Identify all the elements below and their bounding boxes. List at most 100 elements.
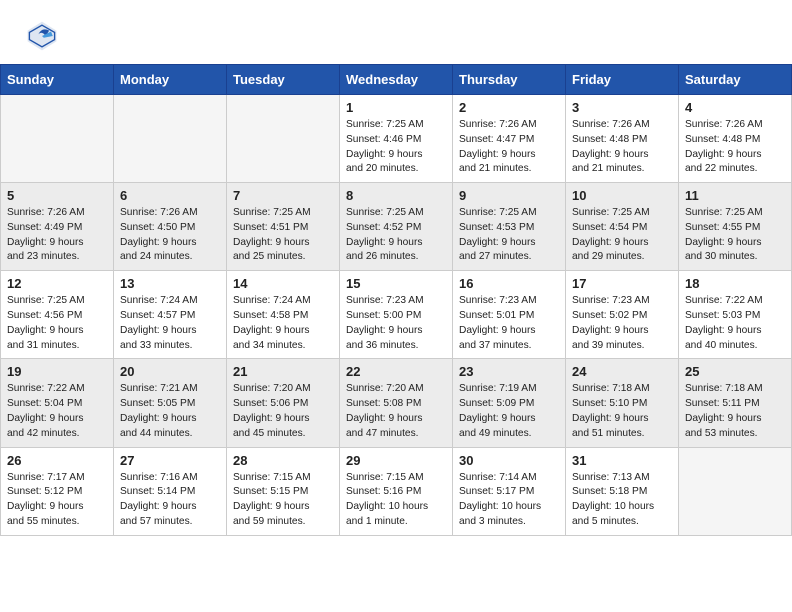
day-info: Sunrise: 7:25 AM Sunset: 4:56 PM Dayligh… [7,294,107,353]
day-info: Sunrise: 7:22 AM Sunset: 5:04 PM Dayligh… [7,382,107,441]
day-number: 31 [572,453,672,468]
table-row: 26 Sunrise: 7:17 AM Sunset: 5:12 PM Dayli… [1,447,114,535]
day-info: Sunrise: 7:25 AM Sunset: 4:53 PM Dayligh… [459,206,559,265]
table-row: 25 Sunrise: 7:18 AM Sunset: 5:11 PM Dayli… [679,359,792,447]
day-number: 14 [233,276,333,291]
day-number: 18 [685,276,785,291]
table-row: 16 Sunrise: 7:23 AM Sunset: 5:01 PM Dayli… [453,271,566,359]
day-number: 15 [346,276,446,291]
col-sunday: Sunday [1,65,114,95]
day-number: 8 [346,188,446,203]
day-number: 7 [233,188,333,203]
table-row: 8Sunrise: 7:25 AM Sunset: 4:52 PM Daylig… [340,183,453,271]
table-row: 12 Sunrise: 7:25 AM Sunset: 4:56 PM Dayli… [1,271,114,359]
day-info: Sunrise: 7:18 AM Sunset: 5:11 PM Dayligh… [685,382,785,441]
day-number: 3 [572,100,672,115]
table-row: 23 Sunrise: 7:19 AM Sunset: 5:09 PM Dayli… [453,359,566,447]
col-friday: Friday [566,65,679,95]
day-number: 20 [120,364,220,379]
day-number: 19 [7,364,107,379]
day-number: 26 [7,453,107,468]
day-info: Sunrise: 7:25 AM Sunset: 4:46 PM Dayligh… [346,118,446,177]
day-info: Sunrise: 7:23 AM Sunset: 5:01 PM Dayligh… [459,294,559,353]
calendar-week-row: 1 Sunrise: 7:25 AM Sunset: 4:46 PM Daylig… [1,95,792,183]
col-wednesday: Wednesday [340,65,453,95]
col-saturday: Saturday [679,65,792,95]
col-tuesday: Tuesday [227,65,340,95]
day-number: 28 [233,453,333,468]
day-info: Sunrise: 7:23 AM Sunset: 5:02 PM Dayligh… [572,294,672,353]
table-row: 21Sunrise: 7:20 AM Sunset: 5:06 PM Dayli… [227,359,340,447]
day-number: 30 [459,453,559,468]
day-info: Sunrise: 7:22 AM Sunset: 5:03 PM Dayligh… [685,294,785,353]
day-number: 24 [572,364,672,379]
table-row: 10Sunrise: 7:25 AM Sunset: 4:54 PM Dayli… [566,183,679,271]
day-number: 11 [685,188,785,203]
day-info: Sunrise: 7:26 AM Sunset: 4:49 PM Dayligh… [7,206,107,265]
day-number: 4 [685,100,785,115]
table-row: 30 Sunrise: 7:14 AM Sunset: 5:17 PM Dayli… [453,447,566,535]
day-number: 16 [459,276,559,291]
day-number: 6 [120,188,220,203]
logo [24,18,66,54]
table-row: 13Sunrise: 7:24 AM Sunset: 4:57 PM Dayli… [114,271,227,359]
day-number: 13 [120,276,220,291]
header [0,0,792,64]
table-row: 9Sunrise: 7:25 AM Sunset: 4:53 PM Daylig… [453,183,566,271]
calendar-week-row: 12 Sunrise: 7:25 AM Sunset: 4:56 PM Dayli… [1,271,792,359]
calendar-table: Sunday Monday Tuesday Wednesday Thursday… [0,64,792,536]
table-row: 3 Sunrise: 7:26 AM Sunset: 4:48 PM Daylig… [566,95,679,183]
day-number: 29 [346,453,446,468]
calendar-week-row: 26 Sunrise: 7:17 AM Sunset: 5:12 PM Dayli… [1,447,792,535]
day-number: 10 [572,188,672,203]
day-info: Sunrise: 7:17 AM Sunset: 5:12 PM Dayligh… [7,471,107,530]
day-number: 23 [459,364,559,379]
table-row: 27Sunrise: 7:16 AM Sunset: 5:14 PM Dayli… [114,447,227,535]
table-row: 24Sunrise: 7:18 AM Sunset: 5:10 PM Dayli… [566,359,679,447]
table-row: 6 Sunrise: 7:26 AM Sunset: 4:50 PM Daylig… [114,183,227,271]
table-row [1,95,114,183]
day-number: 27 [120,453,220,468]
day-info: Sunrise: 7:20 AM Sunset: 5:08 PM Dayligh… [346,382,446,441]
table-row [679,447,792,535]
day-number: 21 [233,364,333,379]
table-row [227,95,340,183]
table-row: 29 Sunrise: 7:15 AM Sunset: 5:16 PM Dayli… [340,447,453,535]
table-row: 19 Sunrise: 7:22 AM Sunset: 5:04 PM Dayli… [1,359,114,447]
page: Sunday Monday Tuesday Wednesday Thursday… [0,0,792,536]
day-number: 1 [346,100,446,115]
day-info: Sunrise: 7:15 AM Sunset: 5:15 PM Dayligh… [233,471,333,530]
day-info: Sunrise: 7:24 AM Sunset: 4:58 PM Dayligh… [233,294,333,353]
day-number: 5 [7,188,107,203]
table-row: 15Sunrise: 7:23 AM Sunset: 5:00 PM Dayli… [340,271,453,359]
calendar-week-row: 5 Sunrise: 7:26 AM Sunset: 4:49 PM Daylig… [1,183,792,271]
table-row: 11 Sunrise: 7:25 AM Sunset: 4:55 PM Dayli… [679,183,792,271]
day-info: Sunrise: 7:14 AM Sunset: 5:17 PM Dayligh… [459,471,559,530]
table-row: 7Sunrise: 7:25 AM Sunset: 4:51 PM Daylig… [227,183,340,271]
day-number: 25 [685,364,785,379]
table-row: 17 Sunrise: 7:23 AM Sunset: 5:02 PM Dayli… [566,271,679,359]
table-row: 1 Sunrise: 7:25 AM Sunset: 4:46 PM Daylig… [340,95,453,183]
table-row: 28 Sunrise: 7:15 AM Sunset: 5:15 PM Dayli… [227,447,340,535]
table-row: 4 Sunrise: 7:26 AM Sunset: 4:48 PM Daylig… [679,95,792,183]
day-info: Sunrise: 7:25 AM Sunset: 4:55 PM Dayligh… [685,206,785,265]
day-info: Sunrise: 7:21 AM Sunset: 5:05 PM Dayligh… [120,382,220,441]
calendar-header-row: Sunday Monday Tuesday Wednesday Thursday… [1,65,792,95]
day-info: Sunrise: 7:26 AM Sunset: 4:48 PM Dayligh… [685,118,785,177]
day-number: 17 [572,276,672,291]
day-number: 2 [459,100,559,115]
table-row: 31Sunrise: 7:13 AM Sunset: 5:18 PM Dayli… [566,447,679,535]
day-info: Sunrise: 7:26 AM Sunset: 4:47 PM Dayligh… [459,118,559,177]
day-info: Sunrise: 7:19 AM Sunset: 5:09 PM Dayligh… [459,382,559,441]
day-number: 12 [7,276,107,291]
calendar-week-row: 19 Sunrise: 7:22 AM Sunset: 5:04 PM Dayli… [1,359,792,447]
table-row: 2 Sunrise: 7:26 AM Sunset: 4:47 PM Daylig… [453,95,566,183]
day-info: Sunrise: 7:26 AM Sunset: 4:50 PM Dayligh… [120,206,220,265]
col-thursday: Thursday [453,65,566,95]
table-row: 22Sunrise: 7:20 AM Sunset: 5:08 PM Dayli… [340,359,453,447]
table-row: 20 Sunrise: 7:21 AM Sunset: 5:05 PM Dayli… [114,359,227,447]
day-info: Sunrise: 7:15 AM Sunset: 5:16 PM Dayligh… [346,471,446,530]
table-row: 5 Sunrise: 7:26 AM Sunset: 4:49 PM Daylig… [1,183,114,271]
day-info: Sunrise: 7:26 AM Sunset: 4:48 PM Dayligh… [572,118,672,177]
table-row: 14 Sunrise: 7:24 AM Sunset: 4:58 PM Dayli… [227,271,340,359]
